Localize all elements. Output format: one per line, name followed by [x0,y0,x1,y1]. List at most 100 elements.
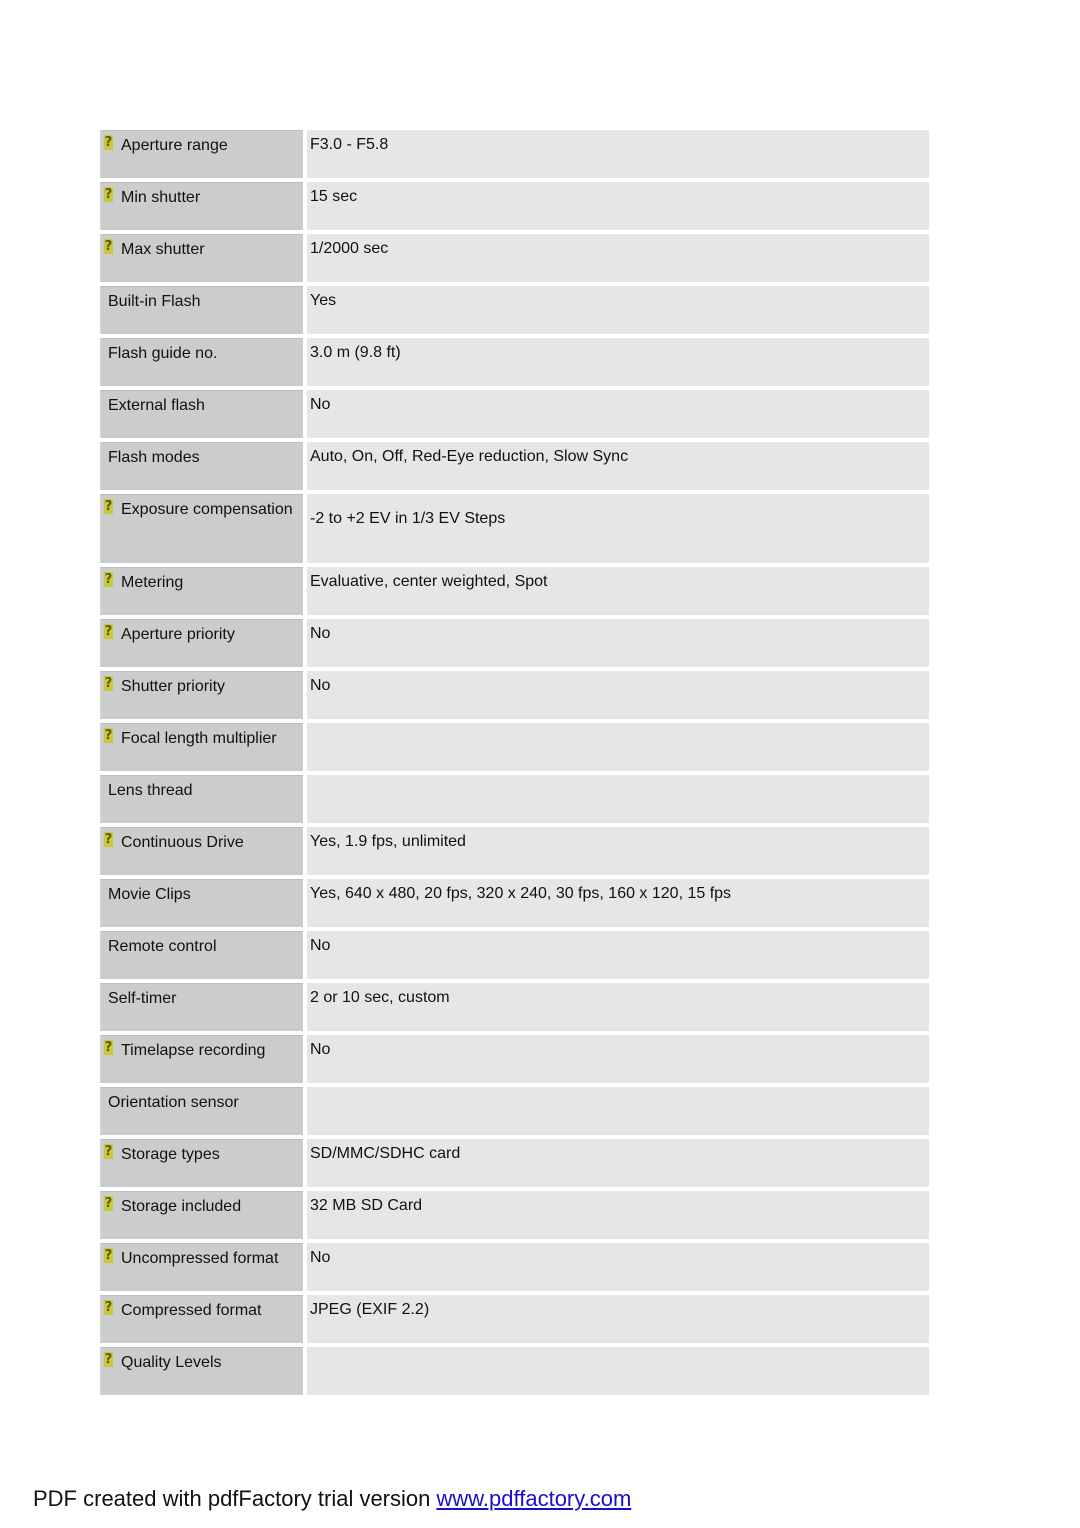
spec-row: ? Continuous Drive Yes, 1.9 fps, unlimited [100,827,929,875]
spec-value: -2 to +2 EV in 1/3 EV Steps [307,494,929,563]
spec-value: No [307,671,929,719]
spec-value [307,1087,929,1135]
spec-label-cell: ? Focal length multiplier [100,723,303,771]
spec-value: Auto, On, Off, Red-Eye reduction, Slow S… [307,442,929,490]
spec-label: Lens thread [108,782,193,799]
spec-label: Shutter priority [121,678,226,695]
spec-label: Exposure compensation [121,501,293,518]
spec-value: No [307,390,929,438]
spec-label-cell: External flash [100,390,303,438]
spec-value: 1/2000 sec [307,234,929,282]
spec-value: 3.0 m (9.8 ft) [307,338,929,386]
spec-label: Storage included [121,1198,242,1215]
help-icon[interactable]: ? [104,239,113,254]
spec-row: ? Compressed format JPEG (EXIF 2.2) [100,1295,929,1343]
spec-label: Aperture priority [121,626,235,643]
spec-label: Orientation sensor [108,1094,239,1111]
spec-label-cell: ? Compressed format [100,1295,303,1343]
spec-label: Continuous Drive [121,834,244,851]
spec-label: Metering [121,574,184,591]
spec-label-cell: Built-in Flash [100,286,303,334]
spec-value: SD/MMC/SDHC card [307,1139,929,1187]
spec-label: Uncompressed format [121,1250,279,1267]
spec-row: ? Uncompressed format No [100,1243,929,1291]
help-icon[interactable]: ? [104,1040,113,1055]
help-icon[interactable]: ? [104,832,113,847]
spec-row: ? Max shutter 1/2000 sec [100,234,929,282]
spec-row: Flash modes Auto, On, Off, Red-Eye reduct… [100,442,929,490]
spec-label-cell: ? Uncompressed format [100,1243,303,1291]
spec-table: ? Aperture range F3.0 - F5.8? Min shutter 15… [100,130,929,1399]
spec-label: Compressed format [121,1302,262,1319]
spec-label-cell: ? Shutter priority [100,671,303,719]
spec-label: Movie Clips [108,886,191,903]
spec-row: ? Quality Levels [100,1347,929,1395]
spec-row: Lens thread [100,775,929,823]
spec-row: ? Aperture priority No [100,619,929,667]
spec-label: Quality Levels [121,1354,222,1371]
spec-label-cell: ? Storage included [100,1191,303,1239]
help-icon[interactable]: ? [104,624,113,639]
spec-label-cell: ? Timelapse recording [100,1035,303,1083]
spec-label: Aperture range [121,137,228,154]
help-icon[interactable]: ? [104,187,113,202]
help-icon[interactable]: ? [104,1300,113,1315]
spec-row: ? Shutter priority No [100,671,929,719]
spec-label: Max shutter [121,241,205,258]
spec-label: Timelapse recording [121,1042,266,1059]
spec-label-cell: Movie Clips [100,879,303,927]
spec-row: ? Min shutter 15 sec [100,182,929,230]
spec-value: 2 or 10 sec, custom [307,983,929,1031]
spec-row: Flash guide no. 3.0 m (9.8 ft) [100,338,929,386]
spec-label-cell: Flash modes [100,442,303,490]
help-icon[interactable]: ? [104,499,113,514]
spec-value: Evaluative, center weighted, Spot [307,567,929,615]
spec-row: Self-timer 2 or 10 sec, custom [100,983,929,1031]
spec-row: ? Metering Evaluative, center weighted, Sp… [100,567,929,615]
spec-label: Built-in Flash [108,293,201,310]
spec-row: ? Aperture range F3.0 - F5.8 [100,130,929,178]
spec-label-cell: ? Metering [100,567,303,615]
spec-label: Remote control [108,938,217,955]
spec-label: Flash modes [108,449,200,466]
spec-label-cell: ? Storage types [100,1139,303,1187]
pdf-footer: PDF created with pdfFactory trial versio… [33,1486,631,1512]
spec-value: No [307,619,929,667]
spec-label-cell: Orientation sensor [100,1087,303,1135]
spec-row: ? Storage included 32 MB SD Card [100,1191,929,1239]
spec-label-cell: ? Aperture priority [100,619,303,667]
help-icon[interactable]: ? [104,728,113,743]
spec-label: External flash [108,397,205,414]
help-icon[interactable]: ? [104,676,113,691]
help-icon[interactable]: ? [104,1144,113,1159]
spec-value: No [307,1243,929,1291]
spec-label-cell: ? Continuous Drive [100,827,303,875]
help-icon[interactable]: ? [104,1352,113,1367]
footer-text: PDF created with pdfFactory trial versio… [33,1486,437,1511]
spec-row: Built-in Flash Yes [100,286,929,334]
spec-label-cell: ? Aperture range [100,130,303,178]
help-icon[interactable]: ? [104,1196,113,1211]
spec-value [307,1347,929,1395]
spec-value [307,775,929,823]
spec-value: Yes, 640 x 480, 20 fps, 320 x 240, 30 fp… [307,879,929,927]
spec-label-cell: ? Max shutter [100,234,303,282]
spec-value: No [307,1035,929,1083]
spec-row: Remote control No [100,931,929,979]
spec-value: 32 MB SD Card [307,1191,929,1239]
spec-label: Min shutter [121,189,201,206]
spec-row: Orientation sensor [100,1087,929,1135]
spec-label-cell: Flash guide no. [100,338,303,386]
footer-link[interactable]: www.pdffactory.com [436,1486,631,1511]
help-icon[interactable]: ? [104,135,113,150]
spec-label-cell: ? Quality Levels [100,1347,303,1395]
spec-value [307,723,929,771]
spec-row: ? Focal length multiplier [100,723,929,771]
spec-label-cell: ? Min shutter [100,182,303,230]
spec-value: Yes, 1.9 fps, unlimited [307,827,929,875]
help-icon[interactable]: ? [104,1248,113,1263]
spec-row: ? Exposure compensation -2 to +2 EV in 1/3… [100,494,929,563]
help-icon[interactable]: ? [104,572,113,587]
spec-label-cell: ? Exposure compensation [100,494,303,563]
spec-value: Yes [307,286,929,334]
